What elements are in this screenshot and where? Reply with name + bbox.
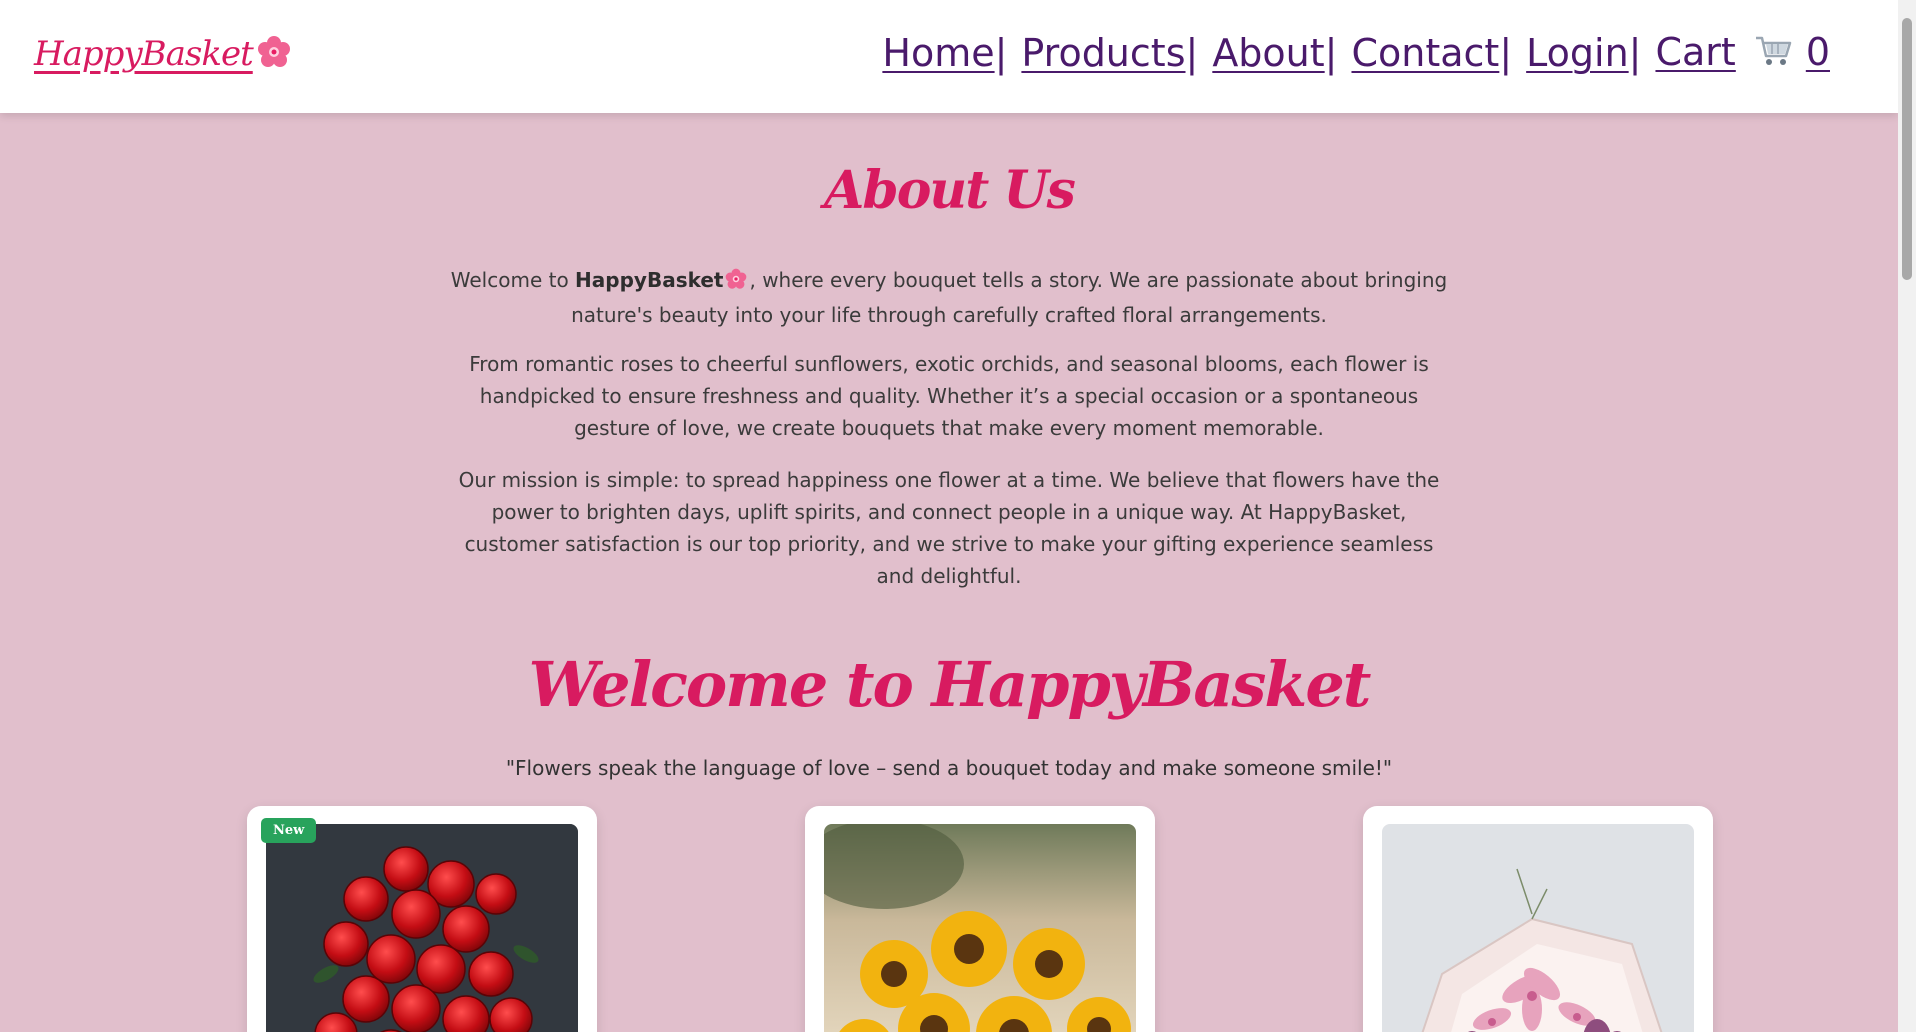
product-card[interactable] (805, 806, 1155, 1032)
nav-contact-link[interactable]: Contact (1351, 31, 1499, 75)
product-image-pink-lilies[interactable] (1382, 824, 1694, 1032)
nav-separator: | (1628, 31, 1642, 76)
product-card[interactable] (1363, 806, 1713, 1032)
logo-text: HappyBasket (34, 34, 254, 74)
scrollbar-thumb[interactable] (1902, 18, 1912, 280)
new-badge: New (261, 818, 317, 843)
shopping-cart-icon (1754, 33, 1794, 77)
nav-separator: | (1499, 31, 1513, 76)
page-scrollbar[interactable] (1898, 0, 1916, 1032)
cart-label: Cart (1655, 30, 1736, 74)
nav-about-link[interactable]: About (1212, 31, 1324, 75)
nav-separator: | (1185, 31, 1199, 76)
about-paragraph-3: Our mission is simple: to spread happine… (458, 468, 1440, 588)
site-header: HappyBasket Home | Products | About | Conta… (0, 0, 1898, 113)
about-paragraph-1: Welcome to HappyBasket , where every bou… (449, 264, 1449, 331)
flower-icon (257, 35, 291, 78)
main-nav: Home | Products | About | Contact | Login | C… (882, 30, 1830, 77)
nav-separator: | (994, 31, 1008, 76)
about-title: About Us (824, 160, 1076, 221)
product-card[interactable]: New (247, 806, 597, 1032)
welcome-title: Welcome to HappyBasket (528, 648, 1372, 721)
brand-name: HappyBasket (575, 268, 724, 292)
nav-home-link[interactable]: Home (882, 31, 994, 75)
welcome-quote: "Flowers speak the language of love – se… (505, 756, 1393, 780)
logo-link[interactable]: HappyBasket (34, 34, 291, 78)
cart-count: 0 (1805, 30, 1830, 74)
nav-separator: | (1324, 31, 1338, 76)
nav-cart-link[interactable]: Cart 0 (1655, 30, 1830, 77)
about-paragraph-2: From romantic roses to cheerful sunflowe… (469, 352, 1429, 440)
product-image-sunflowers[interactable] (824, 824, 1136, 1032)
product-image-red-roses[interactable] (266, 824, 578, 1032)
nav-login-link[interactable]: Login (1526, 31, 1629, 75)
nav-products-link[interactable]: Products (1021, 31, 1185, 75)
small-flower-icon (725, 267, 747, 299)
about-intro-text: Welcome to (450, 268, 576, 292)
